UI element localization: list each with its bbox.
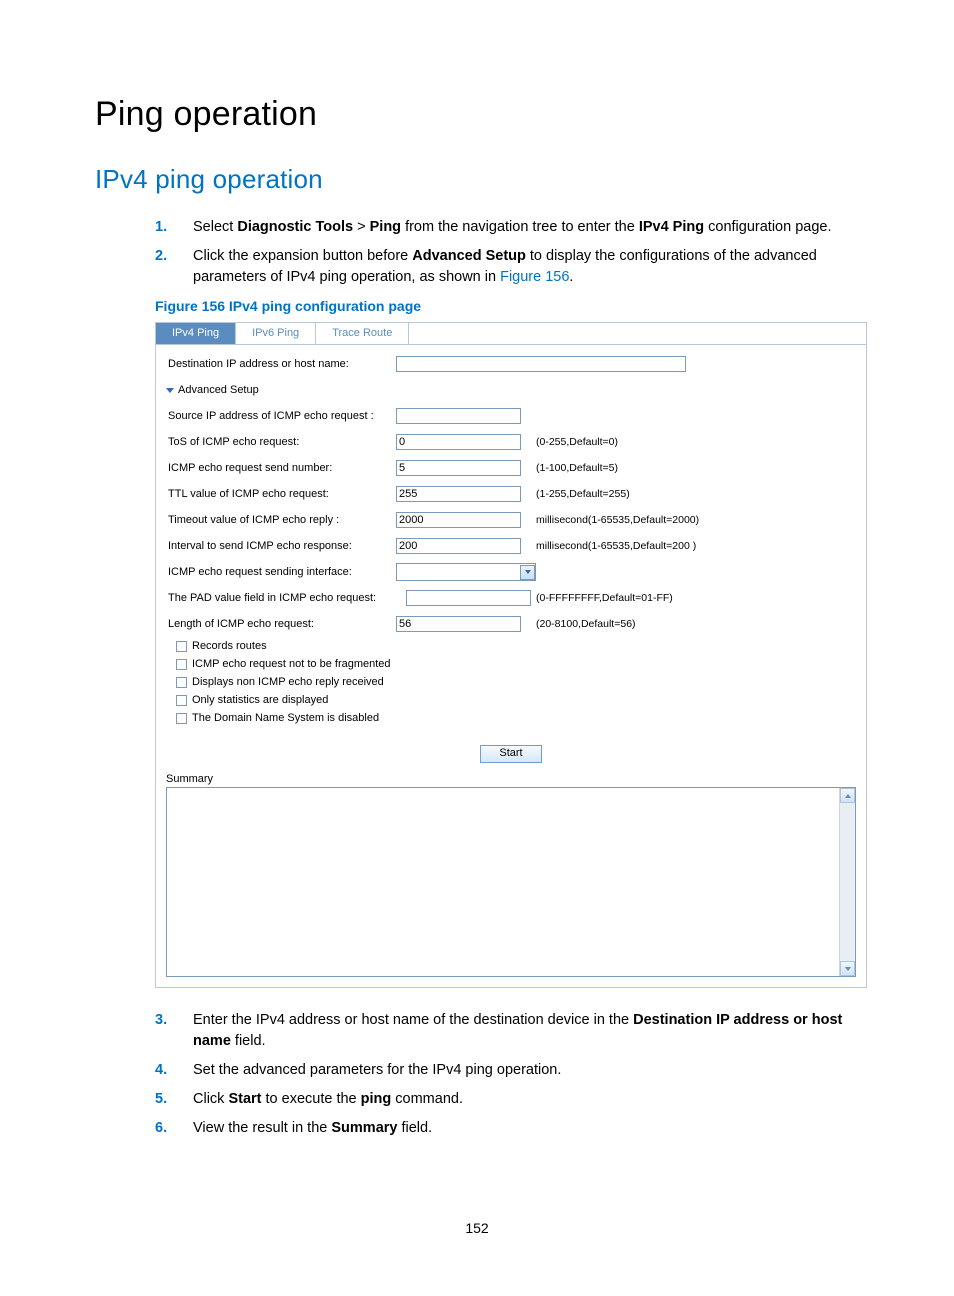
length-label: Length of ICMP echo request:: [166, 618, 396, 630]
text: from the navigation tree to enter the: [401, 219, 639, 235]
advanced-label: Advanced Setup: [178, 384, 259, 396]
text: field.: [231, 1033, 266, 1049]
summary-output: [166, 787, 856, 977]
figure-link[interactable]: Figure 156: [500, 269, 569, 285]
text: configuration page.: [704, 219, 831, 235]
text: Click: [193, 1091, 228, 1107]
length-input[interactable]: [396, 616, 521, 632]
step-4: Set the advanced parameters for the IPv4…: [155, 1060, 859, 1081]
chevron-down-icon: [166, 388, 174, 393]
ttl-hint: (1-255,Default=255): [536, 488, 630, 500]
step-1: Select Diagnostic Tools > Ping from the …: [155, 217, 859, 238]
step-3: Enter the IPv4 address or host name of t…: [155, 1010, 859, 1052]
interval-hint: millisecond(1-65535,Default=200 ): [536, 540, 696, 552]
ttl-label: TTL value of ICMP echo request:: [166, 488, 396, 500]
check-label: ICMP echo request not to be fragmented: [192, 658, 391, 670]
figure-caption: Figure 156 IPv4 ping configuration page: [155, 298, 859, 314]
text: field.: [397, 1120, 432, 1136]
tab-trace-route[interactable]: Trace Route: [316, 323, 409, 344]
ttl-input[interactable]: [396, 486, 521, 502]
bold: Summary: [331, 1120, 397, 1136]
bold: Ping: [370, 219, 401, 235]
checkbox-dns-disabled[interactable]: [176, 713, 187, 724]
timeout-hint: millisecond(1-65535,Default=2000): [536, 514, 699, 526]
step-list-top: Select Diagnostic Tools > Ping from the …: [155, 217, 859, 288]
src-input[interactable]: [396, 408, 521, 424]
check-label: Records routes: [192, 640, 267, 652]
summary-label: Summary: [166, 769, 856, 787]
iface-select[interactable]: [396, 563, 536, 581]
text: Select: [193, 219, 237, 235]
iface-label: ICMP echo request sending interface:: [166, 566, 396, 578]
bold: Advanced Setup: [412, 248, 526, 264]
check-label: The Domain Name System is disabled: [192, 712, 379, 724]
scroll-down-icon[interactable]: [840, 961, 855, 976]
text: command.: [391, 1091, 463, 1107]
tab-bar: IPv4 Ping IPv6 Ping Trace Route: [156, 323, 866, 345]
check-label: Displays non ICMP echo reply received: [192, 676, 384, 688]
timeout-input[interactable]: [396, 512, 521, 528]
section-title: IPv4 ping operation: [95, 164, 859, 195]
dest-input[interactable]: [396, 356, 686, 372]
sendnum-input[interactable]: [396, 460, 521, 476]
length-hint: (20-8100,Default=56): [536, 618, 636, 630]
check-label: Only statistics are displayed: [192, 694, 328, 706]
bold: IPv4 Ping: [639, 219, 704, 235]
text: .: [569, 269, 573, 285]
checkbox-only-stats[interactable]: [176, 695, 187, 706]
tab-ipv4-ping[interactable]: IPv4 Ping: [156, 323, 236, 344]
start-button[interactable]: Start: [480, 745, 541, 763]
text: to execute the: [262, 1091, 361, 1107]
sendnum-hint: (1-100,Default=5): [536, 462, 618, 474]
src-label: Source IP address of ICMP echo request :: [166, 410, 396, 422]
page-number: 152: [0, 1220, 954, 1236]
dest-label: Destination IP address or host name:: [166, 358, 396, 370]
step-2: Click the expansion button before Advanc…: [155, 246, 859, 288]
checkbox-display-non-icmp[interactable]: [176, 677, 187, 688]
checkbox-records-routes[interactable]: [176, 641, 187, 652]
text: Enter the IPv4 address or host name of t…: [193, 1012, 633, 1028]
tab-ipv6-ping[interactable]: IPv6 Ping: [236, 323, 316, 344]
pad-label: The PAD value field in ICMP echo request…: [166, 592, 406, 604]
form-area: Destination IP address or host name: Adv…: [156, 345, 866, 987]
text: >: [353, 219, 370, 235]
step-6: View the result in the Summary field.: [155, 1118, 859, 1139]
chevron-down-icon: [520, 565, 535, 580]
bold: ping: [361, 1091, 392, 1107]
tos-hint: (0-255,Default=0): [536, 436, 618, 448]
advanced-setup-toggle[interactable]: Advanced Setup: [166, 384, 259, 396]
bold: Start: [228, 1091, 261, 1107]
pad-input[interactable]: [406, 590, 531, 606]
scrollbar[interactable]: [839, 788, 855, 976]
step-list-bottom: Enter the IPv4 address or host name of t…: [155, 1010, 859, 1139]
interval-input[interactable]: [396, 538, 521, 554]
scroll-up-icon[interactable]: [840, 788, 855, 803]
tos-input[interactable]: [396, 434, 521, 450]
text: Click the expansion button before: [193, 248, 412, 264]
page-title: Ping operation: [95, 95, 859, 134]
tos-label: ToS of ICMP echo request:: [166, 436, 396, 448]
text: View the result in the: [193, 1120, 331, 1136]
timeout-label: Timeout value of ICMP echo reply :: [166, 514, 396, 526]
ping-config-panel: IPv4 Ping IPv6 Ping Trace Route Destinat…: [155, 322, 867, 988]
pad-hint: (0-FFFFFFFF,Default=01-FF): [536, 592, 673, 604]
sendnum-label: ICMP echo request send number:: [166, 462, 396, 474]
interval-label: Interval to send ICMP echo response:: [166, 540, 396, 552]
checkbox-no-fragment[interactable]: [176, 659, 187, 670]
step-5: Click Start to execute the ping command.: [155, 1089, 859, 1110]
bold: Diagnostic Tools: [237, 219, 353, 235]
